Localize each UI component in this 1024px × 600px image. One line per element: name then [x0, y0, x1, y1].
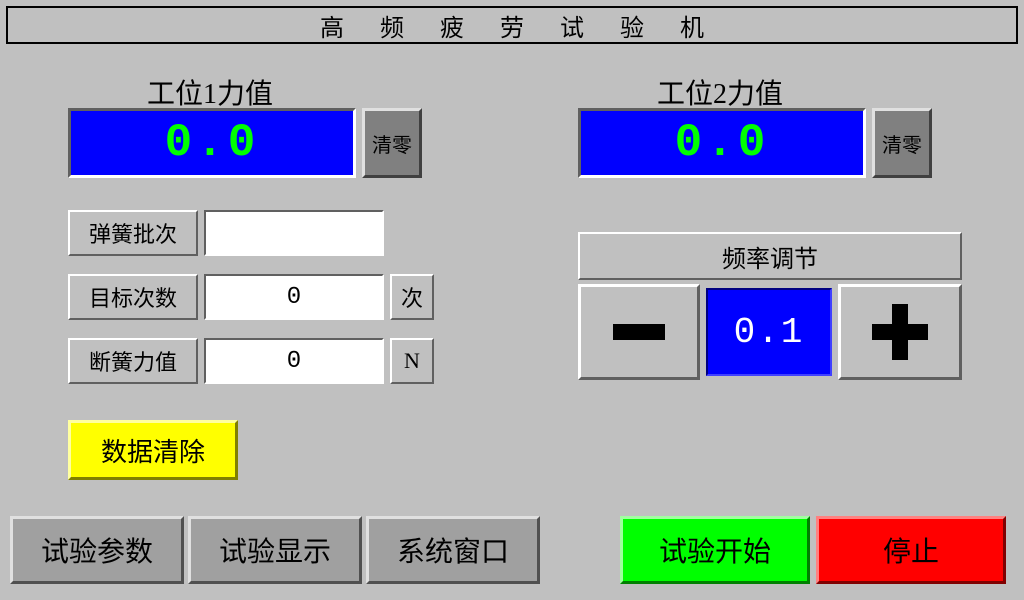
- station2-value-display: 0.0: [578, 108, 866, 178]
- start-button[interactable]: 试验开始: [620, 516, 810, 584]
- target-count-unit: 次: [390, 274, 434, 320]
- station2-label: 工位2力值: [580, 72, 860, 112]
- page-title: 高频疲劳试验机: [6, 6, 1018, 44]
- station2-clear-button[interactable]: 清零: [872, 108, 932, 178]
- break-force-label: 断簧力值: [68, 338, 198, 384]
- test-display-button[interactable]: 试验显示: [188, 516, 362, 584]
- stop-button[interactable]: 停止: [816, 516, 1006, 584]
- spring-batch-label: 弹簧批次: [68, 210, 198, 256]
- station1-clear-button[interactable]: 清零: [362, 108, 422, 178]
- target-count-label: 目标次数: [68, 274, 198, 320]
- frequency-decrease-button[interactable]: [578, 284, 700, 380]
- minus-icon: [613, 324, 665, 340]
- break-force-unit: N: [390, 338, 434, 384]
- frequency-label: 频率调节: [578, 232, 962, 280]
- target-count-input[interactable]: 0: [204, 274, 384, 320]
- spring-batch-input[interactable]: [204, 210, 384, 256]
- plus-icon: [872, 304, 928, 360]
- break-force-input[interactable]: 0: [204, 338, 384, 384]
- data-clear-button[interactable]: 数据清除: [68, 420, 238, 480]
- system-window-button[interactable]: 系统窗口: [366, 516, 540, 584]
- station1-value-display: 0.0: [68, 108, 356, 178]
- frequency-increase-button[interactable]: [838, 284, 962, 380]
- test-params-button[interactable]: 试验参数: [10, 516, 184, 584]
- station1-label: 工位1力值: [70, 72, 350, 112]
- frequency-value-display[interactable]: 0.1: [706, 288, 832, 376]
